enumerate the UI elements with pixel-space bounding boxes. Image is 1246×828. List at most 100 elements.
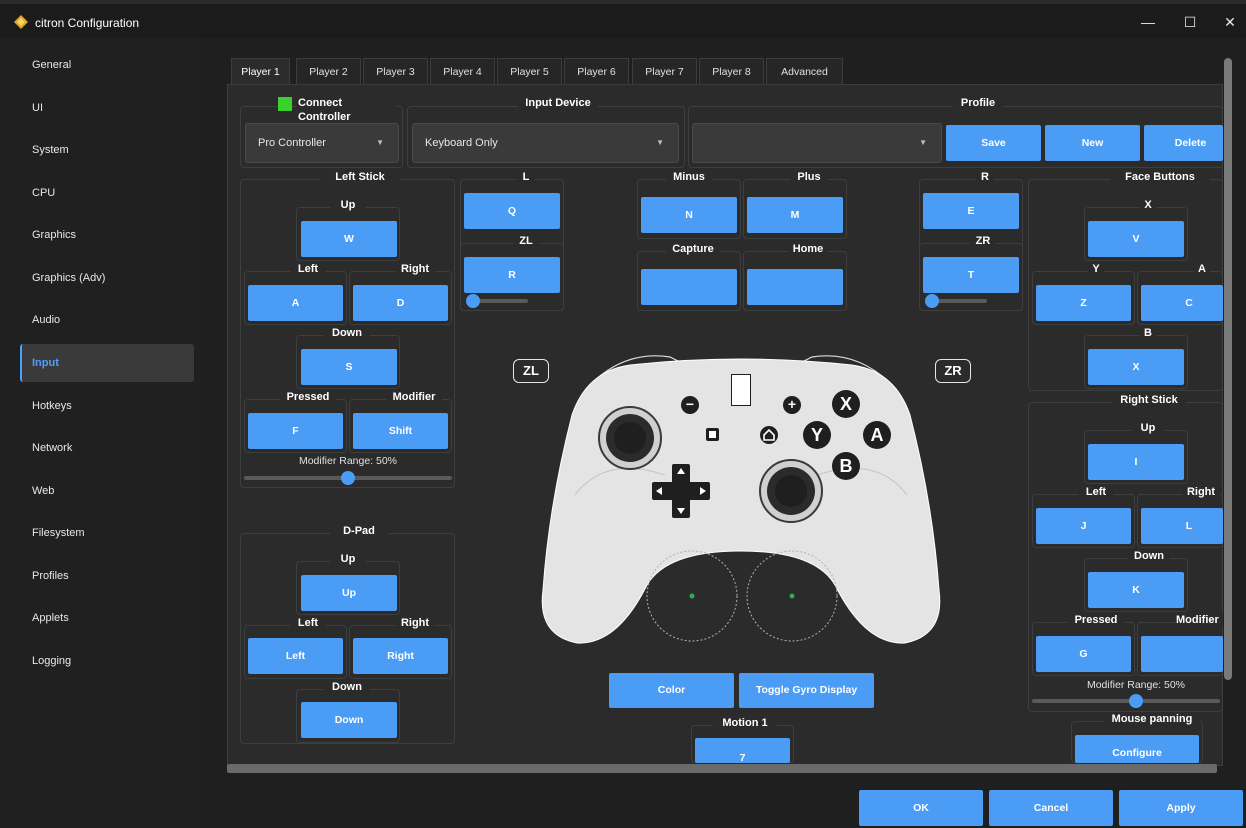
chevron-down-icon: ▼ bbox=[656, 138, 664, 147]
ls-up-button[interactable]: W bbox=[301, 221, 397, 257]
tab-player-6[interactable]: Player 6 bbox=[564, 58, 629, 85]
plus-glyph-icon: + bbox=[783, 396, 801, 414]
tab-player-3[interactable]: Player 3 bbox=[363, 58, 428, 85]
mouse-panning-configure-button[interactable]: Configure bbox=[1075, 735, 1199, 763]
profile-delete-button[interactable]: Delete bbox=[1144, 125, 1223, 161]
sidebar-item-input[interactable]: Input bbox=[20, 344, 194, 382]
rs-left-label: Left bbox=[1078, 485, 1114, 499]
rs-down-button[interactable]: K bbox=[1088, 572, 1184, 608]
home-label: Home bbox=[788, 242, 828, 256]
rs-down-label: Down bbox=[1128, 549, 1170, 563]
ls-modifier-label: Modifier bbox=[386, 390, 442, 404]
input-device-select[interactable]: Keyboard Only ▼ bbox=[412, 123, 679, 163]
l-button[interactable]: Q bbox=[464, 193, 560, 229]
tab-player-2[interactable]: Player 2 bbox=[296, 58, 361, 85]
zl-button[interactable]: R bbox=[464, 257, 560, 293]
sidebar-item-hotkeys[interactable]: Hotkeys bbox=[20, 387, 194, 425]
plus-button[interactable]: M bbox=[747, 197, 843, 233]
profile-save-button[interactable]: Save bbox=[946, 125, 1041, 161]
sidebar-item-network[interactable]: Network bbox=[20, 429, 194, 467]
tab-advanced[interactable]: Advanced bbox=[766, 58, 843, 85]
dpad-down-button[interactable]: Down bbox=[301, 702, 397, 738]
tab-player-1[interactable]: Player 1 bbox=[231, 58, 290, 87]
title-bar: citron Configuration — ☐ ✕ bbox=[0, 0, 1246, 38]
connect-controller-label: Connect Controller bbox=[296, 96, 396, 124]
zr-range-handle[interactable] bbox=[925, 294, 939, 308]
tab-player-7[interactable]: Player 7 bbox=[632, 58, 697, 85]
left-stick-title: Left Stick bbox=[320, 170, 400, 184]
face-x-button[interactable]: V bbox=[1088, 221, 1184, 257]
tab-player-5[interactable]: Player 5 bbox=[497, 58, 562, 85]
zl-range-handle[interactable] bbox=[466, 294, 480, 308]
screen-indicator-icon bbox=[731, 374, 751, 406]
minus-button[interactable]: N bbox=[641, 197, 737, 233]
chevron-down-icon: ▼ bbox=[376, 138, 384, 147]
profile-select[interactable]: ▼ bbox=[692, 123, 942, 163]
ls-modifier-range-handle[interactable] bbox=[341, 471, 355, 485]
rs-modifier-range-slider[interactable] bbox=[1032, 699, 1220, 703]
sidebar-item-ui[interactable]: UI bbox=[20, 89, 194, 127]
sidebar-item-logging[interactable]: Logging bbox=[20, 642, 194, 680]
sidebar-item-cpu[interactable]: CPU bbox=[20, 174, 194, 212]
ls-up-label: Up bbox=[330, 198, 366, 212]
sidebar-item-filesystem[interactable]: Filesystem bbox=[20, 514, 194, 552]
capture-button[interactable] bbox=[641, 269, 737, 305]
motion-1-button[interactable]: 7 bbox=[695, 738, 790, 764]
r-button[interactable]: E bbox=[923, 193, 1019, 229]
sidebar-item-applets[interactable]: Applets bbox=[20, 599, 194, 637]
ls-left-button[interactable]: A bbox=[248, 285, 343, 321]
sidebar-item-graphics-adv[interactable]: Graphics (Adv) bbox=[20, 259, 194, 297]
face-b-button[interactable]: X bbox=[1088, 349, 1184, 385]
sidebar: General UI System CPU Graphics Graphics … bbox=[0, 38, 200, 828]
ls-pressed-button[interactable]: F bbox=[248, 413, 343, 449]
toggle-gyro-display-button[interactable]: Toggle Gyro Display bbox=[739, 673, 874, 708]
zr-label: ZR bbox=[970, 234, 996, 248]
sidebar-item-graphics[interactable]: Graphics bbox=[20, 216, 194, 254]
ls-right-label: Right bbox=[395, 262, 435, 276]
ls-right-button[interactable]: D bbox=[353, 285, 448, 321]
connect-controller-checkbox[interactable] bbox=[278, 97, 292, 111]
face-a-button[interactable]: C bbox=[1141, 285, 1223, 321]
maximize-button[interactable]: ☐ bbox=[1175, 10, 1205, 34]
cancel-button[interactable]: Cancel bbox=[989, 790, 1113, 826]
sidebar-item-system[interactable]: System bbox=[20, 131, 194, 169]
profile-new-button[interactable]: New bbox=[1045, 125, 1140, 161]
rs-left-button[interactable]: J bbox=[1036, 508, 1131, 544]
rs-pressed-button[interactable]: G bbox=[1036, 636, 1131, 672]
color-button[interactable]: Color bbox=[609, 673, 734, 708]
controller-a-button-icon: A bbox=[863, 421, 891, 449]
right-stick-title: Right Stick bbox=[1112, 393, 1186, 407]
tab-player-8[interactable]: Player 8 bbox=[699, 58, 764, 85]
controller-x-button-icon: X bbox=[832, 390, 860, 418]
ls-down-button[interactable]: S bbox=[301, 349, 397, 385]
rs-pressed-label: Pressed bbox=[1068, 613, 1124, 627]
sidebar-item-web[interactable]: Web bbox=[20, 472, 194, 510]
rs-modifier-range-handle[interactable] bbox=[1129, 694, 1143, 708]
zr-button[interactable]: T bbox=[923, 257, 1019, 293]
sidebar-item-audio[interactable]: Audio bbox=[20, 301, 194, 339]
sidebar-item-general[interactable]: General bbox=[20, 46, 194, 84]
rs-up-button[interactable]: I bbox=[1088, 444, 1184, 480]
input-device-label: Input Device bbox=[518, 96, 598, 110]
face-y-button[interactable]: Z bbox=[1036, 285, 1131, 321]
minimize-button[interactable]: — bbox=[1133, 10, 1163, 34]
rs-right-button[interactable]: L bbox=[1141, 508, 1223, 544]
ls-modifier-button[interactable]: Shift bbox=[353, 413, 448, 449]
dpad-right-button[interactable]: Right bbox=[353, 638, 448, 674]
dpad-down-label: Down bbox=[324, 680, 370, 694]
dpad-left-button[interactable]: Left bbox=[248, 638, 343, 674]
rs-modifier-button[interactable] bbox=[1141, 636, 1223, 672]
close-button[interactable]: ✕ bbox=[1215, 10, 1245, 34]
l-label: L bbox=[517, 170, 535, 184]
controller-type-select[interactable]: Pro Controller ▼ bbox=[245, 123, 399, 163]
apply-button[interactable]: Apply bbox=[1119, 790, 1243, 826]
horizontal-scrollbar[interactable] bbox=[227, 764, 1217, 773]
mouse-panning-title: Mouse panning bbox=[1104, 712, 1200, 726]
dpad-up-button[interactable]: Up bbox=[301, 575, 397, 611]
tab-player-4[interactable]: Player 4 bbox=[430, 58, 495, 85]
vertical-scrollbar[interactable] bbox=[1224, 58, 1232, 680]
ok-button[interactable]: OK bbox=[859, 790, 983, 826]
ls-pressed-label: Pressed bbox=[280, 390, 336, 404]
sidebar-item-profiles[interactable]: Profiles bbox=[20, 557, 194, 595]
home-button[interactable] bbox=[747, 269, 843, 305]
